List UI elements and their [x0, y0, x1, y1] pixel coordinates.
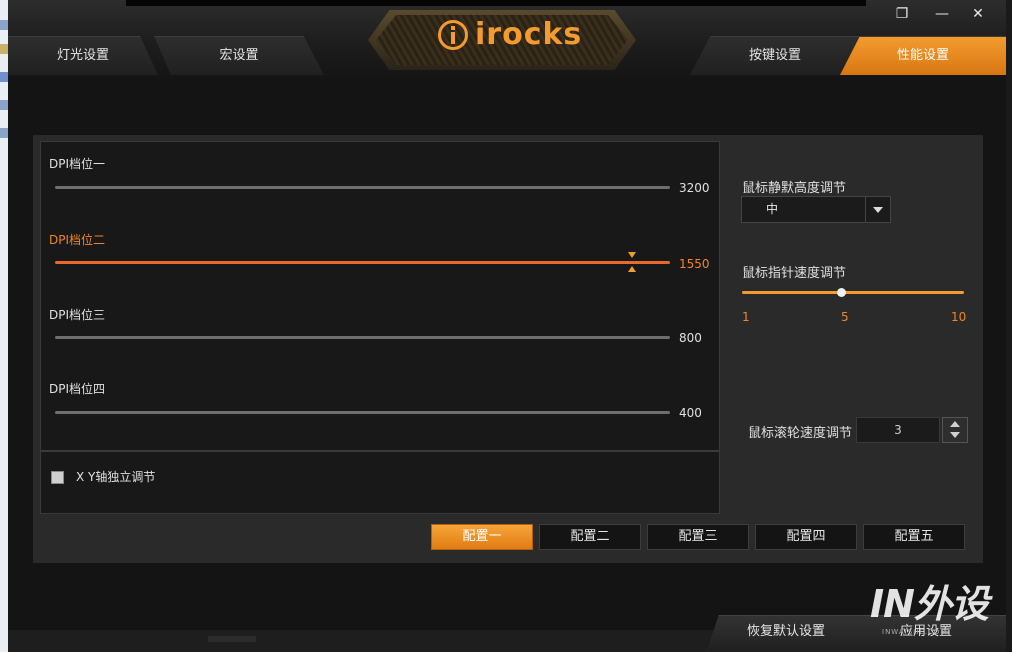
- footer-decoration: [208, 636, 256, 642]
- tab-performance[interactable]: 性能设置: [840, 36, 1006, 75]
- close-window-button[interactable]: ✕: [962, 4, 994, 24]
- step-down-icon[interactable]: [950, 432, 960, 438]
- profile-5-button[interactable]: 配置五: [863, 524, 965, 550]
- close-icon: ✕: [972, 6, 984, 22]
- step-up-icon[interactable]: [950, 421, 960, 427]
- wheel-speed-label: 鼠标滚轮速度调节: [748, 426, 853, 441]
- dpi-level-label: DPI档位一: [49, 157, 106, 171]
- profile-4-button[interactable]: 配置四: [755, 524, 857, 550]
- lift-off-dropdown-button[interactable]: [865, 197, 890, 222]
- tab-keys[interactable]: 按键设置: [690, 36, 860, 75]
- minimize-icon: —: [935, 6, 949, 22]
- pointer-speed-min: 1: [742, 310, 750, 324]
- pointer-speed-thumb[interactable]: [836, 288, 846, 297]
- dpi-value: 1550: [679, 257, 710, 271]
- minimize-window-button[interactable]: —: [926, 4, 958, 24]
- wheel-speed-input[interactable]: 3: [856, 417, 940, 443]
- restore-icon: ❐: [895, 6, 909, 22]
- slider-thumb-top-icon[interactable]: [628, 252, 636, 258]
- slider-thumb-bottom-icon[interactable]: [628, 266, 636, 272]
- desktop-fragment: [0, 128, 8, 138]
- desktop-fragment: [0, 72, 8, 82]
- restore-defaults-button[interactable]: 恢复默认设置: [706, 615, 866, 652]
- pointer-speed-slider[interactable]: [742, 291, 964, 294]
- desktop-edge: [0, 0, 8, 652]
- brand-logo: irocks: [475, 17, 583, 52]
- tab-lighting[interactable]: 灯光设置: [8, 36, 158, 75]
- dpi-value: 400: [679, 406, 702, 420]
- dpi-value: 3200: [679, 181, 710, 195]
- dpi-level-label: DPI档位四: [49, 382, 106, 396]
- irocks-window: 灯光设置 宏设置 按键设置 性能设置 irocks ❐ — ✕ DPI档位一 3…: [8, 0, 1006, 652]
- desktop-fragment: [0, 44, 8, 54]
- chevron-down-icon: [873, 207, 883, 213]
- watermark-url: INWAISHE.COM: [882, 628, 948, 636]
- dpi-slider-1[interactable]: [55, 186, 670, 189]
- pointer-speed-mid: 5: [841, 310, 849, 324]
- dpi-slider-3[interactable]: [55, 336, 670, 339]
- dpi-slider-4[interactable]: [55, 411, 670, 414]
- pointer-speed-max: 10: [951, 310, 967, 324]
- title-bar-shade: [126, 0, 866, 6]
- tab-macro[interactable]: 宏设置: [154, 36, 324, 75]
- dpi-level-label: DPI档位三: [49, 308, 106, 322]
- lift-off-value: 中: [766, 202, 779, 216]
- wheel-speed-stepper[interactable]: [942, 417, 968, 443]
- desktop-fragment: [0, 100, 8, 110]
- dpi-slider-2[interactable]: [55, 261, 670, 264]
- profile-1-button[interactable]: 配置一: [431, 524, 533, 550]
- profile-2-button[interactable]: 配置二: [539, 524, 641, 550]
- desktop-fragment: [0, 20, 8, 30]
- restore-window-button[interactable]: ❐: [886, 4, 918, 24]
- lift-off-label: 鼠标静默高度调节: [742, 181, 847, 196]
- irocks-logo-icon: [438, 20, 468, 50]
- profile-3-button[interactable]: 配置三: [647, 524, 749, 550]
- dpi-level-label: DPI档位二: [49, 233, 106, 247]
- pointer-speed-label: 鼠标指针速度调节: [742, 266, 847, 281]
- xy-independent-checkbox[interactable]: [51, 471, 64, 484]
- xy-independent-label: X Y轴独立调节: [76, 470, 156, 484]
- dpi-value: 800: [679, 331, 702, 345]
- watermark: IN外设 INWAISHE.COM: [870, 582, 1006, 642]
- watermark-text: IN外设: [870, 582, 989, 626]
